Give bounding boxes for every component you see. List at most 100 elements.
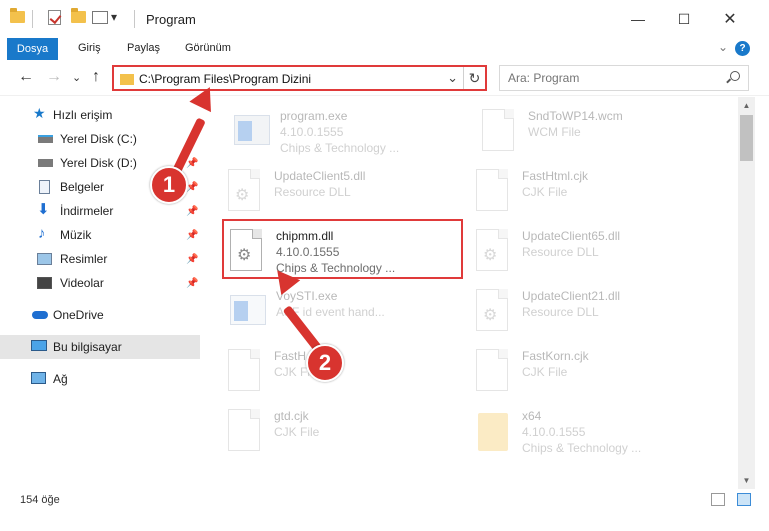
sidebar-item-this-pc[interactable]: Bu bilgisayar bbox=[0, 335, 200, 359]
file-name: FastHtml.cjk bbox=[522, 169, 588, 183]
search-input[interactable] bbox=[500, 66, 720, 90]
details-view-icon[interactable] bbox=[711, 493, 725, 506]
sidebar-item-local-disk-c[interactable]: Yerel Disk (C:) 📌 bbox=[0, 127, 200, 151]
file-item[interactable]: VoySTI.exe ASF id event hand... bbox=[226, 283, 464, 341]
file-list: program.exe 4.10.0.1555 Chips & Technolo… bbox=[206, 97, 738, 489]
file-item[interactable]: FastHtml.cjk CJK File bbox=[472, 163, 710, 221]
sidebar-item-label: Yerel Disk (D:) bbox=[60, 156, 137, 170]
highlight-box bbox=[222, 219, 463, 279]
pictures-icon bbox=[37, 253, 52, 265]
file-version: 4.10.0.1555 bbox=[522, 425, 586, 439]
exe-file-icon bbox=[230, 289, 268, 335]
back-icon[interactable]: ← bbox=[18, 68, 34, 86]
callout-1: 1 bbox=[150, 166, 188, 204]
file-item[interactable]: gtd.cjk CJK File bbox=[224, 403, 462, 461]
collapse-ribbon-icon[interactable]: ⌄ bbox=[718, 40, 728, 54]
documents-icon bbox=[39, 180, 50, 194]
file-name: FastH bbox=[274, 349, 307, 363]
qat-dropdown-icon[interactable]: ▾ bbox=[111, 10, 117, 24]
file-item[interactable]: SndToWP14.wcm WCM File bbox=[478, 103, 716, 161]
dll-file-icon: ⚙ bbox=[476, 289, 514, 335]
scroll-up-icon[interactable]: ▲ bbox=[738, 97, 755, 114]
drive-icon bbox=[38, 135, 53, 143]
pin-icon: 📌 bbox=[186, 157, 199, 169]
sidebar-item-label: Videolar bbox=[60, 276, 104, 290]
sidebar-item-label: Yerel Disk (C:) bbox=[60, 132, 137, 146]
minimize-button[interactable]: — bbox=[615, 0, 661, 38]
address-dropdown-icon[interactable]: ⌄ bbox=[447, 70, 458, 86]
title-bar: ▾ Program — ☐ ✕ bbox=[0, 0, 769, 38]
sidebar-item-quick-access[interactable]: ★ Hızlı erişim bbox=[0, 103, 200, 127]
search-box[interactable] bbox=[499, 65, 749, 91]
file-item[interactable]: ⚙ UpdateClient21.dll Resource DLL bbox=[472, 283, 710, 341]
scroll-thumb[interactable] bbox=[740, 115, 753, 161]
document-file-icon bbox=[476, 169, 514, 215]
cloud-icon bbox=[32, 311, 48, 319]
folder-icon bbox=[476, 409, 514, 455]
file-type: Resource DLL bbox=[274, 185, 351, 199]
sidebar-item-label: Müzik bbox=[60, 228, 92, 242]
file-version: 4.10.0.1555 bbox=[280, 125, 344, 139]
videos-icon bbox=[37, 277, 52, 289]
tab-file[interactable]: Dosya bbox=[7, 38, 58, 60]
up-icon[interactable]: ↑ bbox=[92, 68, 100, 86]
sidebar-item-label: Bu bilgisayar bbox=[53, 340, 122, 354]
sidebar-item-label: Belgeler bbox=[60, 180, 105, 194]
folder-item[interactable]: x64 4.10.0.1555 Chips & Technology ... bbox=[472, 403, 710, 461]
file-item[interactable]: FastH CJK File bbox=[224, 343, 462, 401]
close-button[interactable]: ✕ bbox=[707, 0, 753, 38]
pin-icon: 📌 bbox=[186, 253, 199, 265]
sidebar-item-pictures[interactable]: Resimler 📌 bbox=[0, 247, 200, 271]
tab-home[interactable]: Giriş bbox=[78, 42, 101, 54]
file-type: Resource DLL bbox=[522, 305, 599, 319]
search-icon[interactable] bbox=[730, 71, 740, 81]
drive-icon bbox=[38, 159, 53, 167]
tab-share[interactable]: Paylaş bbox=[127, 42, 160, 54]
help-icon[interactable]: ? bbox=[735, 41, 750, 56]
address-row: ← → ⌄ ↑ C:\Program Files\Program Dizini … bbox=[0, 60, 769, 96]
refresh-icon[interactable]: ↻ bbox=[463, 67, 485, 89]
address-bar[interactable]: C:\Program Files\Program Dizini ⌄ ↻ bbox=[112, 65, 487, 91]
forward-icon[interactable]: → bbox=[46, 68, 62, 86]
sidebar-item-onedrive[interactable]: OneDrive bbox=[0, 303, 200, 327]
file-item[interactable]: program.exe 4.10.0.1555 Chips & Technolo… bbox=[230, 103, 468, 161]
address-path[interactable]: C:\Program Files\Program Dizini bbox=[139, 72, 311, 86]
file-company: Chips & Technology ... bbox=[522, 441, 642, 455]
new-folder-icon[interactable] bbox=[71, 8, 86, 23]
vertical-scrollbar[interactable]: ▲ ▼ bbox=[738, 97, 755, 489]
document-file-icon bbox=[228, 349, 266, 395]
recent-locations-icon[interactable]: ⌄ bbox=[72, 71, 81, 84]
divider bbox=[134, 10, 135, 28]
sidebar-item-label: İndirmeler bbox=[60, 204, 114, 218]
tab-view[interactable]: Görünüm bbox=[185, 42, 231, 54]
dll-file-icon: ⚙ bbox=[476, 229, 514, 275]
file-item[interactable]: ⚙ UpdateClient65.dll Resource DLL bbox=[472, 223, 710, 281]
ribbon-tabs: Dosya Giriş Paylaş Görünüm ⌄ ? bbox=[0, 38, 769, 60]
document-file-icon bbox=[228, 409, 266, 455]
pin-icon: 📌 bbox=[186, 229, 199, 241]
sidebar-item-label: Resimler bbox=[60, 252, 108, 266]
sidebar-item-label: OneDrive bbox=[53, 308, 104, 322]
window-title: Program bbox=[146, 12, 196, 27]
file-type: CJK File bbox=[522, 185, 568, 199]
properties-icon[interactable] bbox=[48, 10, 61, 25]
status-bar: 154 öğe bbox=[0, 489, 769, 511]
callout-2: 2 bbox=[306, 344, 344, 382]
maximize-button[interactable]: ☐ bbox=[661, 0, 707, 38]
item-count: 154 öğe bbox=[20, 494, 60, 506]
file-name: FastKorn.cjk bbox=[522, 349, 589, 363]
dll-file-icon: ⚙ bbox=[228, 169, 266, 215]
document-file-icon bbox=[482, 109, 520, 155]
sidebar-item-network[interactable]: Ağ bbox=[0, 367, 200, 391]
file-name: UpdateClient21.dll bbox=[522, 289, 621, 303]
sidebar-item-label: Ağ bbox=[53, 372, 68, 386]
sidebar-item-videos[interactable]: Videolar 📌 bbox=[0, 271, 200, 295]
file-name: gtd.cjk bbox=[274, 409, 309, 423]
large-icons-view-icon[interactable] bbox=[737, 493, 751, 506]
file-type: Resource DLL bbox=[522, 245, 599, 259]
sidebar-item-music[interactable]: ♪ Müzik 📌 bbox=[0, 223, 200, 247]
file-item[interactable]: FastKorn.cjk CJK File bbox=[472, 343, 710, 401]
view-options-icon[interactable] bbox=[92, 11, 108, 24]
file-item[interactable]: ⚙ UpdateClient5.dll Resource DLL bbox=[224, 163, 462, 221]
scroll-down-icon[interactable]: ▼ bbox=[738, 472, 755, 489]
